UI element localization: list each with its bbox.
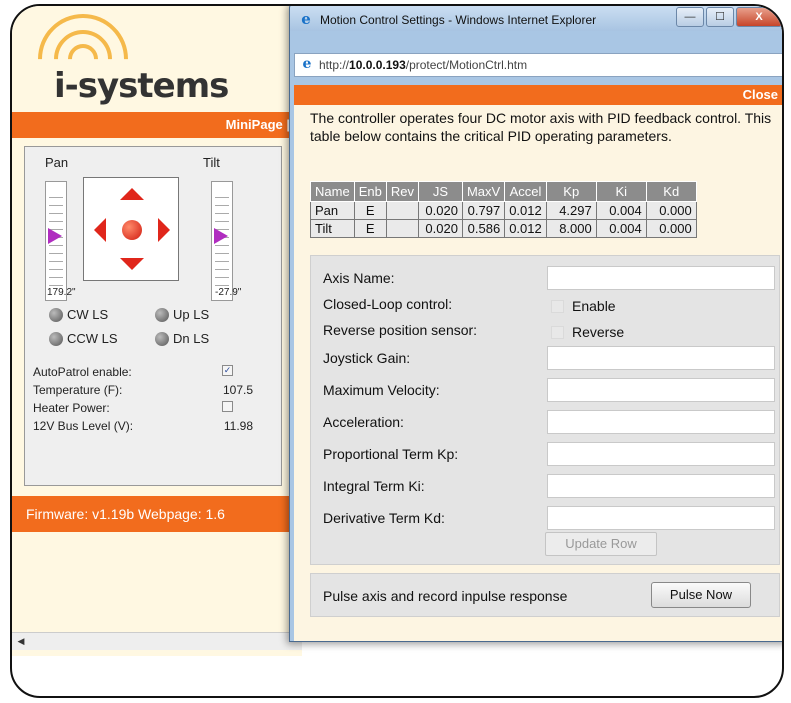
pan-label: Pan [45,155,69,170]
temperature-value: 107.5 [222,383,253,397]
pan-position-marker[interactable] [48,228,62,244]
arrow-up-icon[interactable] [120,188,144,200]
pan-slider[interactable] [45,181,67,301]
tilt-value: -27.9" [215,287,242,298]
max-velocity-label: Maximum Velocity: [323,382,440,398]
device-frame: i-systems MiniPage | Pan Tilt 179.2" -27… [10,4,784,698]
reverse-sensor-label: Reverse position sensor: [323,322,478,338]
max-velocity-input[interactable] [547,378,775,402]
table-row[interactable]: Tilt E 0.020 0.586 0.012 8.000 0.004 0.0… [310,219,697,238]
ptz-panel: Pan Tilt 179.2" -27.9" CW LS Up LS CCW L… [24,146,282,486]
bus-level-row: 12V Bus Level (V): 11.98 [33,419,253,433]
ie-logo-icon: e [301,10,311,28]
column-header: Kp [545,181,597,202]
maximize-button[interactable]: ☐ [706,7,734,27]
minimize-button[interactable]: — [676,7,704,27]
table-row[interactable]: Pan E 0.020 0.797 0.012 4.297 0.004 0.00… [310,201,697,220]
window-close-button[interactable]: X [736,7,782,27]
cw-limit-switch: CW LS [49,307,108,322]
logo: i-systems [54,66,229,106]
page-icon: e [302,56,312,72]
ki-input[interactable] [547,474,775,498]
horizontal-scrollbar[interactable]: ◀ [12,632,302,650]
axis-name-label: Axis Name: [323,270,395,286]
acceleration-label: Acceleration: [323,414,404,430]
minipage-link[interactable]: MiniPage | [12,112,302,138]
pid-table: Name Enb Rev JS MaxV Accel Kp Ki Kd Pan [310,181,697,238]
autopatrol-checkbox[interactable]: ✓ [222,365,233,376]
table-header-row: Name Enb Rev JS MaxV Accel Kp Ki Kd [310,181,697,202]
enable-checkbox[interactable]: Enable [551,298,616,314]
description: The controller operates four DC motor ax… [310,110,772,144]
dn-limit-switch: Dn LS [155,331,209,346]
tilt-slider[interactable] [211,181,233,301]
autopatrol-row: AutoPatrol enable: ✓ [33,365,233,379]
page-content: Close The controller operates four DC mo… [294,85,782,641]
ccw-limit-switch: CCW LS [49,331,118,346]
column-header: Kd [645,181,697,202]
column-header: Enb [353,181,387,202]
joystick-pad[interactable] [83,177,179,281]
kd-label: Derivative Term Kd: [323,510,445,526]
led-icon [49,307,63,322]
tilt-position-marker[interactable] [214,228,228,244]
kd-input[interactable] [547,506,775,530]
column-header: Rev [385,181,419,202]
heater-checkbox[interactable] [222,401,233,412]
scroll-left-icon[interactable]: ◀ [14,635,28,648]
acceleration-input[interactable] [547,410,775,434]
column-header: Accel [504,181,547,202]
pulse-now-button[interactable]: Pulse Now [651,582,751,608]
mini-page: i-systems MiniPage | Pan Tilt 179.2" -27… [12,6,302,656]
led-icon [155,331,169,346]
joystick-gain-label: Joystick Gain: [323,350,411,366]
column-header: Name [310,181,355,202]
joystick-gain-input[interactable] [547,346,775,370]
pulse-section: Pulse axis and record inpulse response P… [310,573,780,617]
update-row-button[interactable]: Update Row [545,532,657,556]
address-bar[interactable]: e http://10.0.0.193/protect/MotionCtrl.h… [294,53,782,77]
temperature-row: Temperature (F): 107.5 [33,383,253,397]
axis-name-input[interactable] [547,266,775,290]
home-center-icon[interactable] [122,220,142,240]
close-link[interactable]: Close [294,85,782,105]
ie-window: e Motion Control Settings - Windows Inte… [289,6,782,642]
reverse-checkbox[interactable]: Reverse [551,324,624,340]
led-icon [155,307,169,322]
pan-value: 179.2" [47,287,76,298]
heater-row: Heater Power: [33,401,273,415]
firmware-bar: Firmware: v1.19b Webpage: 1.6 [12,496,302,532]
pulse-label: Pulse axis and record inpulse response [323,588,568,604]
column-header: JS [417,181,463,202]
arrow-right-icon[interactable] [158,218,170,242]
arrow-down-icon[interactable] [120,258,144,270]
window-title: Motion Control Settings - Windows Intern… [320,13,597,27]
up-limit-switch: Up LS [155,307,209,322]
kp-label: Proportional Term Kp: [323,446,459,462]
kp-input[interactable] [547,442,775,466]
arrow-left-icon[interactable] [94,218,106,242]
column-header: MaxV [461,181,506,202]
closed-loop-label: Closed-Loop control: [323,296,453,312]
tilt-label: Tilt [203,155,220,170]
bus-level-value: 11.98 [223,419,253,433]
axis-edit-form: Axis Name: Closed-Loop control: Enable R… [310,255,780,565]
led-icon [49,331,63,346]
title-bar[interactable]: e Motion Control Settings - Windows Inte… [290,6,782,31]
column-header: Ki [595,181,647,202]
ki-label: Integral Term Ki: [323,478,425,494]
